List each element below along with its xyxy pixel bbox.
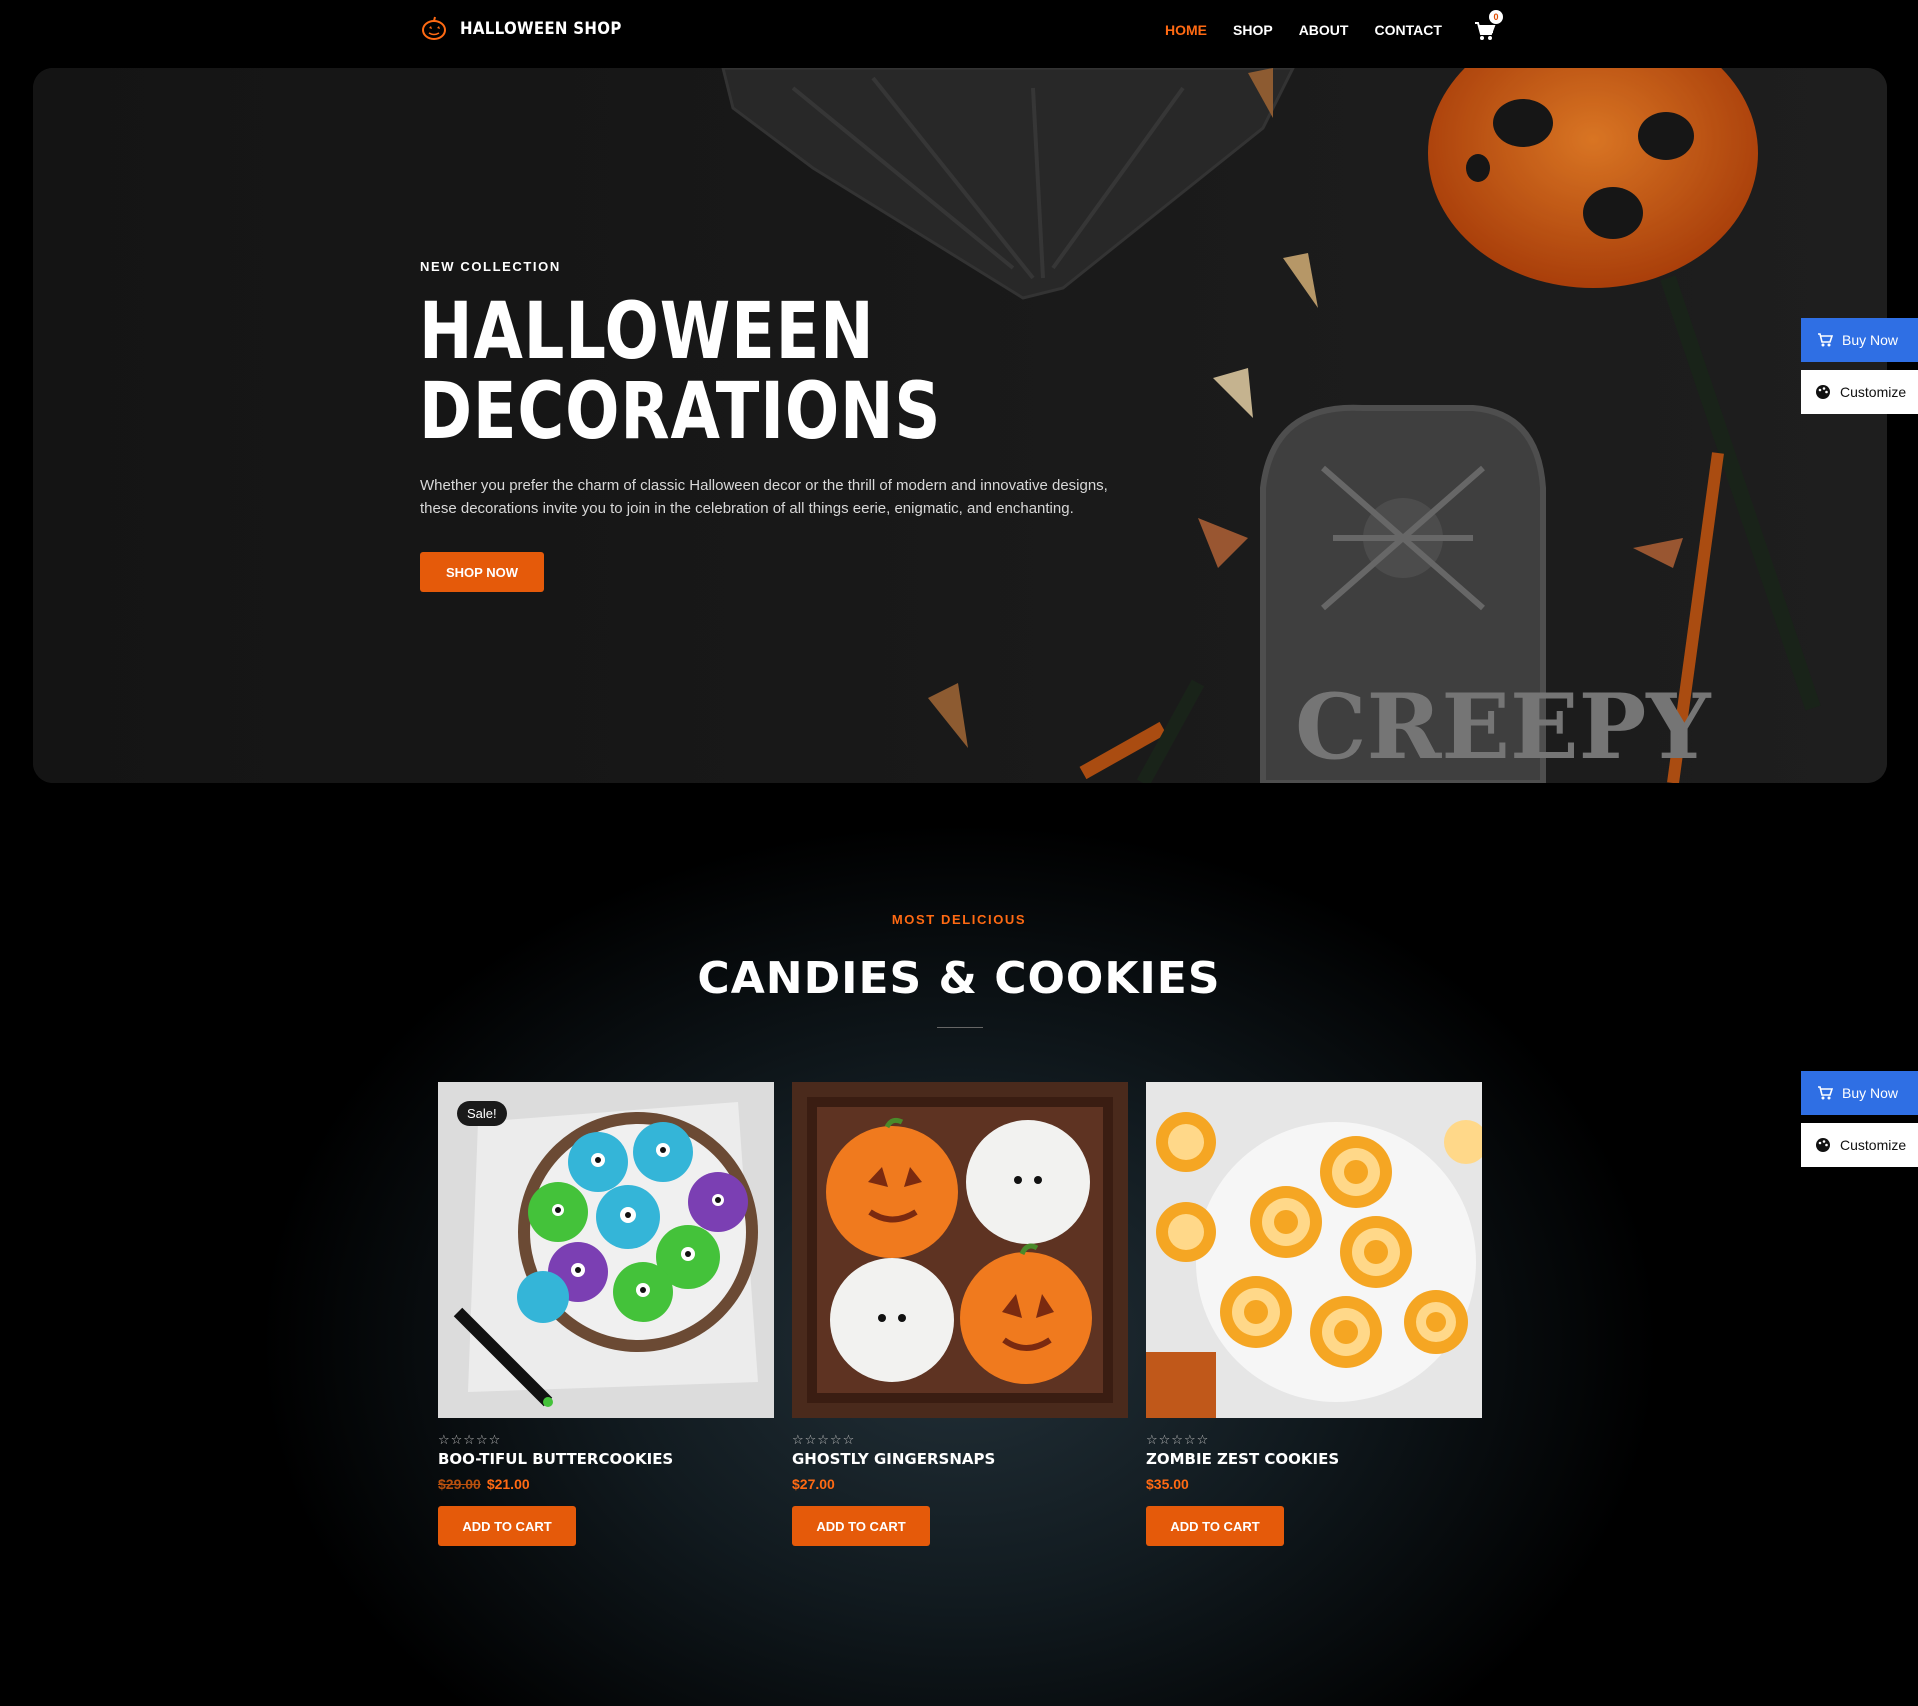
product-price: $27.00	[792, 1476, 1128, 1492]
buy-now-label: Buy Now	[1842, 332, 1899, 348]
current-price: $35.00	[1146, 1476, 1189, 1492]
customize-label: Customize	[1840, 384, 1907, 400]
product-name[interactable]: GHOSTLY GINGERSNAPS	[792, 1450, 1128, 1468]
nav-about[interactable]: ABOUT	[1299, 22, 1349, 38]
cart-icon	[1818, 333, 1833, 347]
section-eyebrow: MOST DELICIOUS	[891, 912, 1027, 927]
swirl-cookies-image	[1146, 1082, 1482, 1418]
product-card: Sale! ☆☆☆☆☆ BOO-TIFUL BUTTERCOOKIES $29.…	[438, 1082, 774, 1546]
products-section: MOST DELICIOUS CANDIES & COOKIES Sale! ☆…	[0, 783, 1918, 1706]
customize-button[interactable]: Customize	[1801, 1123, 1918, 1167]
monster-cookies-image	[438, 1082, 774, 1418]
product-name[interactable]: ZOMBIE ZEST COOKIES	[1146, 1450, 1482, 1468]
star-rating: ☆☆☆☆☆	[438, 1432, 502, 1447]
star-rating: ☆☆☆☆☆	[792, 1432, 856, 1447]
hero-title-line1: HALLOWEEN	[419, 287, 875, 377]
side-tools-bottom: Buy Now Customize	[1801, 1071, 1918, 1167]
page: HALLOWEEN SHOP HOME SHOP ABOUT CONTACT 0	[0, 0, 1918, 1706]
site-logo[interactable]: HALLOWEEN SHOP	[420, 14, 622, 42]
customize-button[interactable]: Customize	[1801, 370, 1918, 414]
product-card: ☆☆☆☆☆ ZOMBIE ZEST COOKIES $35.00 ADD TO …	[1146, 1082, 1482, 1546]
hero-title-line2: DECORATIONS	[419, 367, 942, 457]
hero-background-image: CREEPY	[33, 68, 1887, 783]
product-name[interactable]: BOO-TIFUL BUTTERCOOKIES	[438, 1450, 774, 1468]
palette-icon	[1816, 1138, 1830, 1152]
product-image[interactable]: Sale!	[438, 1082, 774, 1418]
pumpkin-mummy-cookies-image	[792, 1082, 1128, 1418]
buy-now-button[interactable]: Buy Now	[1801, 318, 1918, 362]
section-title: CANDIES & COOKIES	[697, 953, 1221, 1004]
star-rating: ☆☆☆☆☆	[1146, 1432, 1210, 1447]
buy-now-label: Buy Now	[1842, 1085, 1899, 1101]
add-to-cart-button[interactable]: ADD TO CART	[792, 1506, 930, 1546]
cart-icon	[1818, 1086, 1833, 1100]
site-header: HALLOWEEN SHOP HOME SHOP ABOUT CONTACT 0	[0, 0, 1918, 66]
add-to-cart-button[interactable]: ADD TO CART	[1146, 1506, 1284, 1546]
product-price: $29.00 $21.00	[438, 1476, 774, 1492]
current-price: $27.00	[792, 1476, 835, 1492]
palette-icon	[1816, 385, 1830, 399]
cart-icon[interactable]	[1474, 21, 1496, 41]
nav-shop[interactable]: SHOP	[1233, 22, 1273, 38]
logo-text: HALLOWEEN SHOP	[460, 17, 622, 39]
sale-badge: Sale!	[457, 1101, 507, 1126]
product-image[interactable]	[792, 1082, 1128, 1418]
nav-home[interactable]: HOME	[1165, 22, 1207, 38]
nav-contact[interactable]: CONTACT	[1374, 22, 1441, 38]
main-nav: HOME SHOP ABOUT CONTACT	[1165, 22, 1442, 38]
hero-title: HALLOWEEN DECORATIONS	[419, 287, 942, 457]
old-price: $29.00	[438, 1476, 481, 1492]
section-divider	[937, 1027, 983, 1028]
pumpkin-logo-icon	[422, 16, 446, 40]
product-image[interactable]	[1146, 1082, 1482, 1418]
customize-label: Customize	[1840, 1137, 1907, 1153]
current-price: $21.00	[486, 1476, 530, 1492]
side-tools-top: Buy Now Customize	[1801, 318, 1918, 414]
shop-now-button[interactable]: SHOP NOW	[420, 552, 544, 592]
product-price: $35.00	[1146, 1476, 1482, 1492]
add-to-cart-button[interactable]: ADD TO CART	[438, 1506, 576, 1546]
buy-now-button[interactable]: Buy Now	[1801, 1071, 1918, 1115]
hero-banner: CREEPY NEW COLLECTION HALLOWEEN DECORATI…	[33, 68, 1887, 783]
hero-eyebrow: NEW COLLECTION	[420, 259, 561, 274]
hero-description: Whether you prefer the charm of classic …	[420, 477, 1108, 517]
cart-count-badge: 0	[1489, 10, 1503, 24]
product-card: ☆☆☆☆☆ GHOSTLY GINGERSNAPS $27.00 ADD TO …	[792, 1082, 1128, 1546]
